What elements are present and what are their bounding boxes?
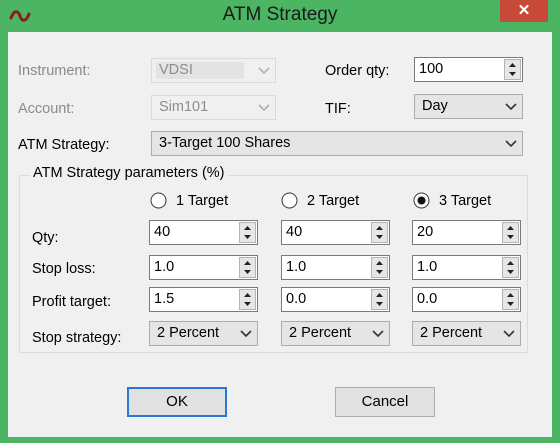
stop-strategy-target-1-select[interactable]: 2 Percent [149, 321, 258, 346]
atm-strategy-window: ATM Strategy ✕ Instrument: VDSI Order qt… [0, 0, 560, 443]
profit-target-3-stepper[interactable]: 0.0 [412, 287, 521, 312]
atm-parameters-group-label: ATM Strategy parameters (%) [30, 163, 228, 183]
spin-up-icon[interactable] [240, 258, 255, 267]
stop-strategy-target-2-select[interactable]: 2 Percent [281, 321, 390, 346]
stop-strategy-target-2-value: 2 Percent [289, 325, 352, 341]
spin-up-icon[interactable] [372, 223, 387, 232]
target-3-label: 3 Target [439, 193, 492, 209]
qty-label: Qty: [32, 230, 59, 246]
atm-strategy-label: ATM Strategy: [18, 137, 110, 153]
order-qty-label: Order qty: [325, 63, 390, 79]
stop-loss-target-1-value: 1.0 [154, 259, 175, 275]
spin-down-icon[interactable] [503, 233, 518, 242]
close-icon[interactable]: ✕ [500, 0, 548, 22]
profit-target-1-stepper[interactable]: 1.5 [149, 287, 258, 312]
radio-unchecked-icon [281, 192, 298, 209]
stop-loss-label: Stop loss: [32, 261, 96, 277]
title-bar[interactable]: ATM Strategy ✕ [0, 0, 560, 32]
spin-up-icon[interactable] [372, 258, 387, 267]
stop-strategy-label: Stop strategy: [32, 330, 122, 346]
tif-select[interactable]: Day [414, 94, 523, 119]
qty-target-2-stepper[interactable]: 40 [281, 220, 390, 245]
qty-target-1-stepper[interactable]: 40 [149, 220, 258, 245]
spin-down-icon[interactable] [240, 233, 255, 242]
atm-strategy-value: 3-Target 100 Shares [159, 135, 291, 151]
spin-up-icon[interactable] [503, 223, 518, 232]
account-label: Account: [18, 101, 75, 117]
spin-up-icon[interactable] [240, 223, 255, 232]
profit-target-1-value: 1.5 [154, 291, 175, 307]
profit-target-2-value: 0.0 [286, 291, 307, 307]
order-qty-stepper[interactable]: 100 [414, 57, 523, 82]
spin-down-icon[interactable] [372, 300, 387, 309]
spin-down-icon[interactable] [240, 300, 255, 309]
instrument-select: VDSI [151, 58, 276, 83]
instrument-label: Instrument: [18, 63, 91, 79]
stop-strategy-target-3-value: 2 Percent [420, 325, 483, 341]
chevron-down-icon [501, 322, 517, 345]
stop-loss-target-2-stepper[interactable]: 1.0 [281, 255, 390, 280]
chevron-down-icon [370, 322, 386, 345]
atm-strategy-select[interactable]: 3-Target 100 Shares [151, 131, 523, 156]
spin-up-icon[interactable] [372, 290, 387, 299]
spin-down-icon[interactable] [372, 233, 387, 242]
stop-loss-target-2-value: 1.0 [286, 259, 307, 275]
target-2-label: 2 Target [307, 193, 360, 209]
tif-value: Day [422, 98, 448, 114]
account-value: Sim101 [159, 99, 209, 115]
chevron-down-icon [256, 59, 272, 82]
chevron-down-icon [238, 322, 254, 345]
instrument-value: VDSI [159, 62, 193, 78]
qty-target-1-value: 40 [154, 224, 171, 240]
stop-loss-target-3-value: 1.0 [417, 259, 438, 275]
spin-down-icon[interactable] [505, 70, 520, 79]
profit-target-2-stepper[interactable]: 0.0 [281, 287, 390, 312]
profit-target-label: Profit target: [32, 294, 111, 310]
stop-loss-target-3-stepper[interactable]: 1.0 [412, 255, 521, 280]
stop-loss-target-1-stepper[interactable]: 1.0 [149, 255, 258, 280]
stop-strategy-target-1-value: 2 Percent [157, 325, 220, 341]
spin-down-icon[interactable] [503, 268, 518, 277]
window-title: ATM Strategy [222, 4, 338, 25]
order-qty-value: 100 [419, 61, 444, 77]
ok-button[interactable]: OK [127, 387, 227, 417]
spin-up-icon[interactable] [503, 258, 518, 267]
stop-strategy-target-3-select[interactable]: 2 Percent [412, 321, 521, 346]
radio-checked-icon [413, 192, 430, 209]
spin-down-icon[interactable] [503, 300, 518, 309]
tif-label: TIF: [325, 101, 351, 117]
profit-target-3-value: 0.0 [417, 291, 438, 307]
chevron-down-icon [503, 132, 519, 155]
spin-up-icon[interactable] [505, 60, 520, 69]
chevron-down-icon [256, 96, 272, 119]
qty-target-2-value: 40 [286, 224, 303, 240]
target-1-label: 1 Target [176, 193, 229, 209]
radio-unchecked-icon [150, 192, 167, 209]
spin-up-icon[interactable] [240, 290, 255, 299]
cancel-button[interactable]: Cancel [335, 387, 435, 417]
chevron-down-icon [503, 95, 519, 118]
dialog-body: Instrument: VDSI Order qty: 100 Account:… [8, 32, 552, 437]
spin-up-icon[interactable] [503, 290, 518, 299]
account-select: Sim101 [151, 95, 276, 120]
spin-down-icon[interactable] [240, 268, 255, 277]
qty-target-3-stepper[interactable]: 20 [412, 220, 521, 245]
qty-target-3-value: 20 [417, 224, 434, 240]
spin-down-icon[interactable] [372, 268, 387, 277]
